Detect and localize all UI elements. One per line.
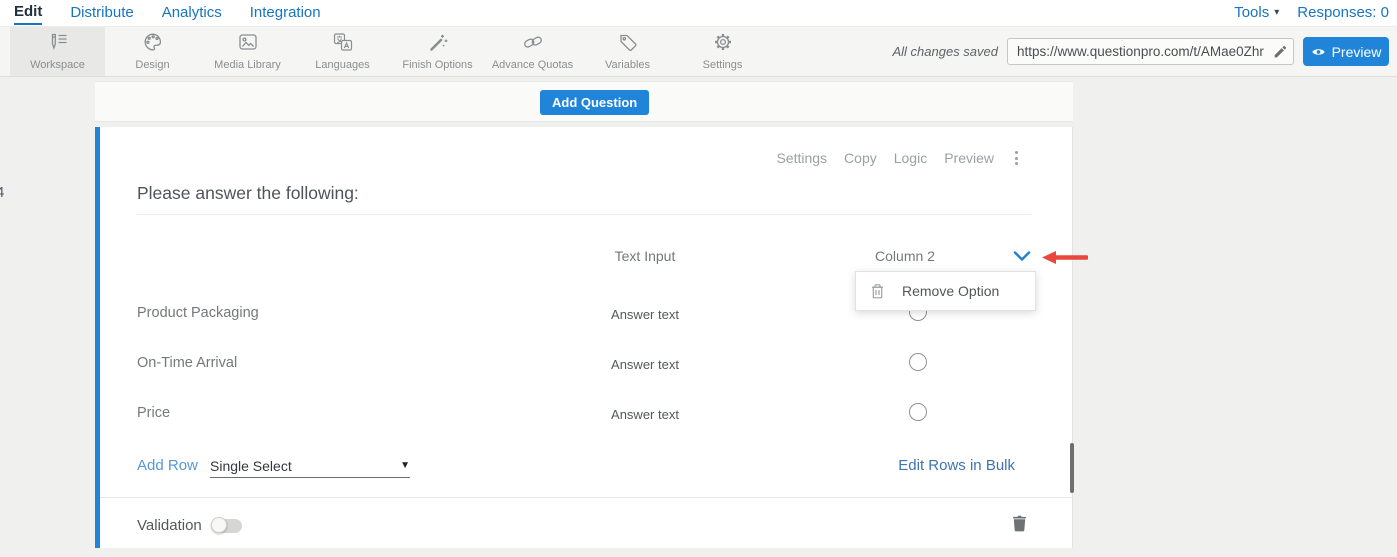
toolbar-item-label: Settings bbox=[703, 59, 743, 71]
toolbar-item-media-library[interactable]: Media Library bbox=[200, 27, 295, 76]
annotation-arrow-icon bbox=[1042, 250, 1088, 265]
toolbar-items: Workspace Design Media Library bbox=[10, 27, 770, 76]
top-nav-right: Tools ▾ Responses: 0 bbox=[1234, 3, 1397, 23]
survey-url-wrap bbox=[1007, 38, 1294, 65]
radio-button[interactable] bbox=[909, 403, 927, 421]
toolbar-item-variables[interactable]: Variables bbox=[580, 27, 675, 76]
eye-icon bbox=[1311, 47, 1326, 57]
question-copy-link[interactable]: Copy bbox=[844, 150, 877, 166]
caret-down-icon: ▾ bbox=[1274, 8, 1279, 18]
question-logic-link[interactable]: Logic bbox=[894, 150, 927, 166]
top-nav-tabs: Edit Distribute Analytics Integration bbox=[0, 0, 321, 26]
edit-rows-in-bulk-link[interactable]: Edit Rows in Bulk bbox=[898, 457, 1015, 474]
matrix-row: On-Time Arrival Answer text bbox=[100, 345, 1072, 385]
validation-label: Validation bbox=[137, 517, 202, 534]
question-title[interactable]: Please answer the following: bbox=[137, 183, 359, 204]
nav-tab-distribute[interactable]: Distribute bbox=[70, 3, 133, 23]
question-card: Settings Copy Logic Preview Please answe… bbox=[95, 127, 1073, 548]
nav-tab-analytics[interactable]: Analytics bbox=[162, 3, 222, 23]
toolbar-item-label: Languages bbox=[315, 59, 369, 71]
question-action-links: Settings Copy Logic Preview bbox=[776, 149, 1022, 167]
row-label[interactable]: Product Packaging bbox=[137, 305, 259, 321]
row-type-select[interactable]: Single Select ▼ bbox=[210, 454, 410, 478]
scrollbar-thumb[interactable] bbox=[1070, 443, 1074, 493]
toolbar-item-settings[interactable]: Settings bbox=[675, 27, 770, 76]
column-options-menu: Remove Option bbox=[855, 271, 1036, 311]
toolbar-item-label: Variables bbox=[605, 59, 650, 71]
survey-url-input[interactable] bbox=[1007, 38, 1294, 65]
save-status-text: All changes saved bbox=[892, 44, 998, 59]
toolbar-item-label: Finish Options bbox=[402, 59, 472, 71]
toolbar-item-languages[interactable]: Languages bbox=[295, 27, 390, 76]
media-library-icon bbox=[237, 32, 259, 57]
title-divider bbox=[137, 214, 1031, 215]
preview-button-label: Preview bbox=[1332, 44, 1382, 60]
nav-tab-integration[interactable]: Integration bbox=[250, 3, 321, 23]
answer-text-field[interactable]: Answer text bbox=[510, 407, 780, 422]
toolbar-right: All changes saved Preview bbox=[892, 27, 1389, 76]
delete-question-trash-icon[interactable] bbox=[1012, 514, 1027, 532]
edit-url-pencil-icon[interactable] bbox=[1273, 45, 1287, 59]
toolbar-item-design[interactable]: Design bbox=[105, 27, 200, 76]
validation-toggle[interactable] bbox=[212, 519, 242, 533]
preview-button[interactable]: Preview bbox=[1303, 37, 1389, 66]
settings-icon bbox=[712, 32, 734, 57]
column-header-text-input: Text Input bbox=[510, 248, 780, 264]
answer-text-field[interactable]: Answer text bbox=[510, 357, 780, 372]
column-header-column2[interactable]: Column 2 bbox=[840, 248, 970, 264]
kebab-menu-icon[interactable] bbox=[1011, 149, 1022, 167]
design-icon bbox=[142, 32, 164, 57]
workspace-icon bbox=[47, 32, 69, 57]
row-label[interactable]: Price bbox=[137, 405, 170, 421]
top-nav: Edit Distribute Analytics Integration To… bbox=[0, 0, 1397, 26]
toggle-knob bbox=[211, 517, 227, 533]
question-number: 4 bbox=[0, 184, 4, 201]
tools-menu-label: Tools bbox=[1234, 3, 1269, 23]
toolbar-item-label: Workspace bbox=[30, 59, 85, 71]
toolbar-item-advance-quotas[interactable]: Advance Quotas bbox=[485, 27, 580, 76]
languages-icon bbox=[332, 32, 354, 57]
chevron-down-icon[interactable] bbox=[1013, 250, 1031, 263]
tools-menu-button[interactable]: Tools ▾ bbox=[1234, 3, 1279, 23]
survey-toolbar: Workspace Design Media Library bbox=[0, 26, 1397, 77]
row-label[interactable]: On-Time Arrival bbox=[137, 355, 237, 371]
toolbar-item-label: Advance Quotas bbox=[492, 59, 573, 71]
answer-text-field[interactable]: Answer text bbox=[510, 307, 780, 322]
toolbar-item-label: Design bbox=[135, 59, 169, 71]
add-question-strip: Add Question bbox=[95, 81, 1073, 122]
responses-link[interactable]: Responses: 0 bbox=[1297, 3, 1389, 23]
radio-button[interactable] bbox=[909, 353, 927, 371]
matrix-row: Price Answer text bbox=[100, 395, 1072, 435]
row-type-selected-value: Single Select bbox=[210, 458, 292, 474]
variables-icon bbox=[617, 32, 639, 57]
toolbar-item-label: Media Library bbox=[214, 59, 281, 71]
question-settings-link[interactable]: Settings bbox=[776, 150, 827, 166]
toolbar-item-workspace[interactable]: Workspace bbox=[10, 27, 105, 76]
toolbar-item-finish-options[interactable]: Finish Options bbox=[390, 27, 485, 76]
question-preview-link[interactable]: Preview bbox=[944, 150, 994, 166]
finish-options-icon bbox=[427, 32, 449, 57]
remove-option-menu-item[interactable]: Remove Option bbox=[902, 283, 999, 299]
card-divider bbox=[100, 497, 1072, 498]
caret-down-icon: ▼ bbox=[400, 460, 410, 471]
add-row-link[interactable]: Add Row bbox=[137, 457, 198, 474]
add-question-button[interactable]: Add Question bbox=[540, 90, 649, 115]
trash-icon bbox=[870, 283, 885, 300]
advance-quotas-icon bbox=[522, 32, 544, 57]
nav-tab-edit[interactable]: Edit bbox=[14, 2, 42, 25]
